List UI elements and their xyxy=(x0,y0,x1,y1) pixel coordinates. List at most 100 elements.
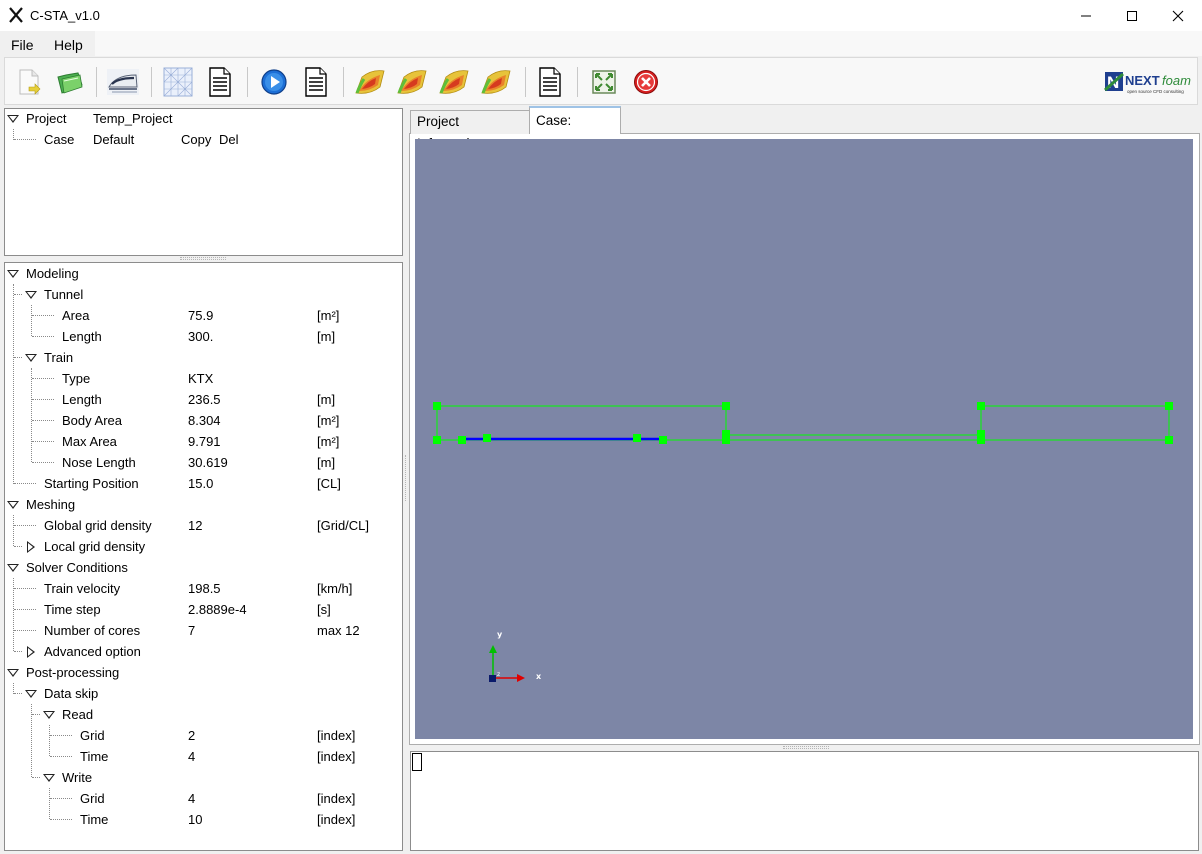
node[interactable] xyxy=(433,436,441,444)
tunnel-length-value[interactable]: 300. xyxy=(188,326,213,347)
stop-button[interactable] xyxy=(629,65,663,99)
node[interactable] xyxy=(633,434,641,442)
menu-help[interactable]: Help xyxy=(54,34,83,56)
collapse-icon[interactable] xyxy=(7,501,19,509)
tab-project-information[interactable]: Project Information xyxy=(410,110,530,151)
tree-row-train[interactable]: Train xyxy=(5,347,402,368)
tree-row-velocity[interactable]: Train velocity 198.5 [km/h] xyxy=(5,578,402,599)
menu-file[interactable]: File xyxy=(11,34,34,56)
delete-case-button[interactable]: Del xyxy=(219,129,239,150)
copy-case-button[interactable]: Copy xyxy=(181,129,211,150)
node[interactable] xyxy=(1165,402,1173,410)
post-contour-button-4[interactable] xyxy=(479,65,513,99)
node[interactable] xyxy=(458,436,466,444)
console-output[interactable] xyxy=(410,751,1199,851)
collapse-icon[interactable] xyxy=(7,669,19,677)
node[interactable] xyxy=(977,402,985,410)
post-log-button[interactable] xyxy=(533,65,567,99)
tree-row-timestep[interactable]: Time step 2.8889e-4 [s] xyxy=(5,599,402,620)
node[interactable] xyxy=(722,436,730,444)
tree-row-project[interactable]: Project Temp_Project xyxy=(5,108,402,129)
tree-row-cores[interactable]: Number of cores 7 max 12 xyxy=(5,620,402,641)
tree-row-read[interactable]: Read xyxy=(5,704,402,725)
tree-row-global-density[interactable]: Global grid density 12 [Grid/CL] xyxy=(5,515,402,536)
post-contour-button-3[interactable] xyxy=(437,65,471,99)
post-contour-button-2[interactable] xyxy=(395,65,429,99)
timestep-value[interactable]: 2.8889e-4 xyxy=(188,599,247,620)
tree-row-read-time[interactable]: Time 4 [index] xyxy=(5,746,402,767)
tree-row-read-grid[interactable]: Grid 2 [index] xyxy=(5,725,402,746)
mesh-log-button[interactable] xyxy=(203,65,237,99)
post-contour-button-1[interactable] xyxy=(353,65,387,99)
velocity-value[interactable]: 198.5 xyxy=(188,578,221,599)
node[interactable] xyxy=(977,436,985,444)
tree-row-advanced[interactable]: Advanced option xyxy=(5,641,402,662)
run-button[interactable] xyxy=(257,65,291,99)
collapse-icon[interactable] xyxy=(7,564,19,572)
tree-row-write-grid[interactable]: Grid 4 [index] xyxy=(5,788,402,809)
vertical-splitter-handle[interactable] xyxy=(405,455,406,501)
fit-view-button[interactable] xyxy=(587,65,621,99)
collapse-icon[interactable] xyxy=(25,291,37,299)
render-viewport[interactable]: y x z xyxy=(415,139,1193,739)
left-splitter-handle[interactable] xyxy=(180,257,226,260)
train-model-button[interactable] xyxy=(106,65,140,99)
tree-row-tunnel[interactable]: Tunnel xyxy=(5,284,402,305)
write-grid-value[interactable]: 4 xyxy=(188,788,195,809)
tree-row-solver[interactable]: Solver Conditions xyxy=(5,557,402,578)
tree-row-data-skip[interactable]: Data skip xyxy=(5,683,402,704)
read-time-value[interactable]: 4 xyxy=(188,746,195,767)
expand-icon[interactable] xyxy=(27,541,35,553)
tree-row-max-area[interactable]: Max Area 9.791 [m²] xyxy=(5,431,402,452)
tree-row-meshing[interactable]: Meshing xyxy=(5,494,402,515)
tree-row-body-area[interactable]: Body Area 8.304 [m²] xyxy=(5,410,402,431)
node[interactable] xyxy=(722,402,730,410)
tree-row-modeling[interactable]: Modeling xyxy=(5,263,402,284)
collapse-icon[interactable] xyxy=(7,270,19,278)
tree-row-tunnel-area[interactable]: Area 75.9 [m²] xyxy=(5,305,402,326)
tree-row-train-type[interactable]: Type KTX xyxy=(5,368,402,389)
tree-row-write-time[interactable]: Time 10 [index] xyxy=(5,809,402,830)
body-area-value[interactable]: 8.304 xyxy=(188,410,221,431)
train-type-value[interactable]: KTX xyxy=(188,368,213,389)
collapse-icon[interactable] xyxy=(43,711,55,719)
collapse-icon[interactable] xyxy=(25,690,37,698)
run-log-button[interactable] xyxy=(299,65,333,99)
open-project-button[interactable] xyxy=(53,65,87,99)
expand-icon[interactable] xyxy=(27,646,35,658)
tunnel-outline xyxy=(725,434,982,441)
tree-row-local-density[interactable]: Local grid density xyxy=(5,536,402,557)
tab-case-default[interactable]: Case: Default xyxy=(529,106,621,154)
tree-row-case[interactable]: Case Default Copy Del xyxy=(5,129,402,150)
train-length-value[interactable]: 236.5 xyxy=(188,389,221,410)
close-window-button[interactable] xyxy=(1155,0,1201,31)
tree-row-starting-position[interactable]: Starting Position 15.0 [CL] xyxy=(5,473,402,494)
max-area-value[interactable]: 9.791 xyxy=(188,431,221,452)
node[interactable] xyxy=(483,434,491,442)
tree-row-write[interactable]: Write xyxy=(5,767,402,788)
read-grid-value[interactable]: 2 xyxy=(188,725,195,746)
global-density-value[interactable]: 12 xyxy=(188,515,202,536)
collapse-icon[interactable] xyxy=(43,774,55,782)
starting-position-value[interactable]: 15.0 xyxy=(188,473,213,494)
node[interactable] xyxy=(433,402,441,410)
scene-canvas[interactable]: y x z xyxy=(415,139,1193,739)
new-project-button[interactable] xyxy=(12,65,46,99)
z-axis-marker xyxy=(489,675,496,682)
collapse-icon[interactable] xyxy=(7,115,19,123)
write-time-value[interactable]: 10 xyxy=(188,809,202,830)
tree-row-post[interactable]: Post-processing xyxy=(5,662,402,683)
tunnel-area-value[interactable]: 75.9 xyxy=(188,305,213,326)
collapse-icon[interactable] xyxy=(25,354,37,362)
cores-value[interactable]: 7 xyxy=(188,620,195,641)
minimize-button[interactable] xyxy=(1063,0,1109,31)
node[interactable] xyxy=(659,436,667,444)
right-splitter-handle[interactable] xyxy=(783,746,829,749)
mesh-button[interactable] xyxy=(161,65,195,99)
tree-row-tunnel-length[interactable]: Length 300. [m] xyxy=(5,326,402,347)
nose-length-value[interactable]: 30.619 xyxy=(188,452,228,473)
tree-row-train-length[interactable]: Length 236.5 [m] xyxy=(5,389,402,410)
maximize-button[interactable] xyxy=(1109,0,1155,31)
tree-row-nose-length[interactable]: Nose Length 30.619 [m] xyxy=(5,452,402,473)
node[interactable] xyxy=(1165,436,1173,444)
